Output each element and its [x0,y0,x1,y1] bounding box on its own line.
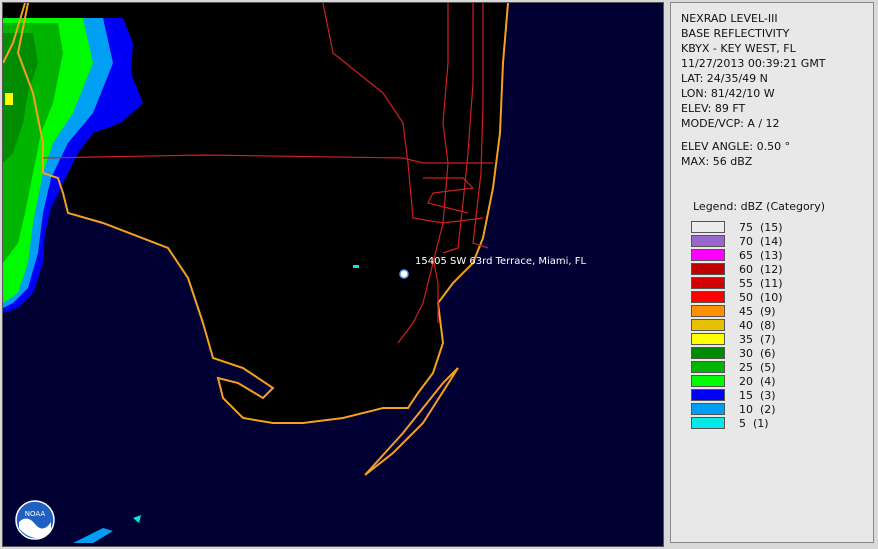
legend-item: 20 (4) [691,374,863,388]
product-type: BASE REFLECTIVITY [681,27,790,40]
legend-item: 5 (1) [691,416,863,430]
legend-label: 5 (1) [739,416,769,430]
svg-text:NOAA: NOAA [25,510,46,518]
legend-swatch [691,221,725,233]
legend-swatch [691,305,725,317]
legend-swatch [691,263,725,275]
location-label: 15405 SW 63rd Terrace, Miami, FL [415,256,587,267]
legend-label: 50 (10) [739,290,783,304]
legend-label: 65 (13) [739,248,783,262]
legend-swatch [691,417,725,429]
legend-label: 15 (3) [739,388,776,402]
legend-item: 35 (7) [691,332,863,346]
product-name: NEXRAD LEVEL-III [681,12,778,25]
mode-vcp: MODE/VCP: A / 12 [681,117,780,130]
legend-swatch [691,277,725,289]
reflectivity-yellow-cell [5,93,13,105]
legend-item: 45 (9) [691,304,863,318]
reflectivity-lower-cells [73,528,113,543]
legend-swatch [691,361,725,373]
station-lat: LAT: 24/35/49 N [681,72,768,85]
legend-item: 75 (15) [691,220,863,234]
legend-item: 55 (11) [691,276,863,290]
legend-label: 10 (2) [739,402,776,416]
location-marker [399,269,409,279]
radar-map[interactable]: 15405 SW 63rd Terrace, Miami, FL NOAA [2,2,664,547]
legend-item: 10 (2) [691,402,863,416]
legend-item: 40 (8) [691,318,863,332]
legend-item: 15 (3) [691,388,863,402]
scan-datetime: 11/27/2013 00:39:21 GMT [681,57,826,70]
elev-angle: ELEV ANGLE: 0.50 ° [681,140,791,153]
legend-swatch [691,235,725,247]
legend: 75 (15) 70 (14) 65 (13) 60 (12) 55 (11) 50 (1… [691,220,863,430]
legend-item: 60 (12) [691,262,863,276]
reflectivity-cyan-fleck [353,265,359,268]
station-elev: ELEV: 89 FT [681,102,746,115]
legend-swatch [691,403,725,415]
legend-item: 25 (5) [691,360,863,374]
legend-swatch [691,375,725,387]
legend-title: Legend: dBZ (Category) [693,200,825,213]
legend-item: 30 (6) [691,346,863,360]
legend-item: 65 (13) [691,248,863,262]
legend-item: 50 (10) [691,290,863,304]
station-lon: LON: 81/42/10 W [681,87,775,100]
legend-swatch [691,389,725,401]
legend-swatch [691,347,725,359]
station-name: KBYX - KEY WEST, FL [681,42,796,55]
legend-label: 20 (4) [739,374,776,388]
legend-label: 40 (8) [739,318,776,332]
legend-item: 70 (14) [691,234,863,248]
map-canvas [3,3,509,543]
legend-swatch [691,291,725,303]
legend-label: 25 (5) [739,360,776,374]
legend-swatch [691,333,725,345]
legend-swatch [691,249,725,261]
legend-label: 55 (11) [739,276,783,290]
max-dbz: MAX: 56 dBZ [681,155,753,168]
legend-label: 60 (12) [739,262,783,276]
legend-swatch [691,319,725,331]
legend-label: 70 (14) [739,234,783,248]
legend-label: 30 (6) [739,346,776,360]
legend-label: 35 (7) [739,332,776,346]
legend-label: 45 (9) [739,304,776,318]
info-panel: NEXRAD LEVEL-III BASE REFLECTIVITY KBYX … [670,2,874,543]
legend-label: 75 (15) [739,220,783,234]
